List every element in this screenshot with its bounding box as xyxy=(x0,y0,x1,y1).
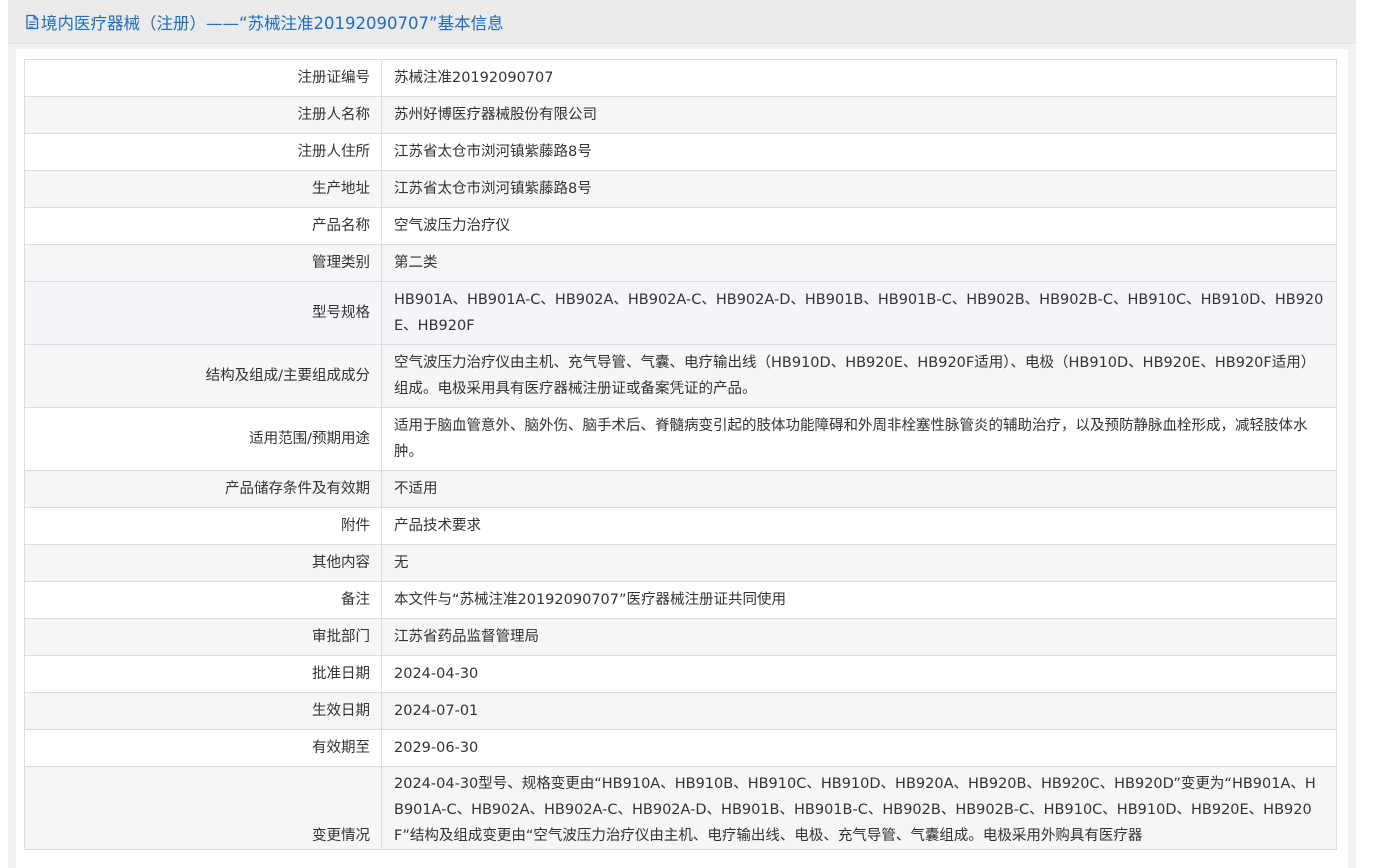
row-value: 江苏省药品监督管理局 xyxy=(381,618,1337,656)
row-label: 适用范围/预期用途 xyxy=(24,407,382,471)
row-label: 其他内容 xyxy=(24,544,382,582)
row-value: 苏州好博医疗器械股份有限公司 xyxy=(381,96,1337,134)
row-value: 2024-04-30型号、规格变更由“HB910A、HB910B、HB910C、… xyxy=(381,766,1337,850)
table-row: 变更情况 2024-04-30型号、规格变更由“HB910A、HB910B、HB… xyxy=(24,766,1337,850)
row-label: 注册人名称 xyxy=(24,96,382,134)
row-label: 型号规格 xyxy=(24,281,382,345)
row-value: 无 xyxy=(381,544,1337,582)
row-value: 适用于脑血管意外、脑外伤、脑手术后、脊髓病变引起的肢体功能障碍和外周非栓塞性脉管… xyxy=(381,407,1337,471)
info-table: 注册证编号 苏械注准20192090707 注册人名称 苏州好博医疗器械股份有限… xyxy=(24,59,1337,850)
document-icon xyxy=(26,14,39,29)
row-value: 不适用 xyxy=(381,470,1337,508)
info-card: 注册证编号 苏械注准20192090707 注册人名称 苏州好博医疗器械股份有限… xyxy=(16,49,1348,868)
row-label: 备注 xyxy=(24,581,382,619)
table-row: 审批部门 江苏省药品监督管理局 xyxy=(24,618,1337,656)
table-row: 注册人住所 江苏省太仓市浏河镇紫藤路8号 xyxy=(24,133,1337,171)
row-label: 审批部门 xyxy=(24,618,382,656)
table-row: 型号规格 HB901A、HB901A-C、HB902A、HB902A-C、HB9… xyxy=(24,281,1337,345)
row-label: 结构及组成/主要组成成分 xyxy=(24,344,382,408)
row-label: 附件 xyxy=(24,507,382,545)
table-row: 注册证编号 苏械注准20192090707 xyxy=(24,59,1337,97)
table-row: 有效期至 2029-06-30 xyxy=(24,729,1337,767)
table-row: 产品名称 空气波压力治疗仪 xyxy=(24,207,1337,245)
row-value: HB901A、HB901A-C、HB902A、HB902A-C、HB902A-D… xyxy=(381,281,1337,345)
table-row: 生产地址 江苏省太仓市浏河镇紫藤路8号 xyxy=(24,170,1337,208)
row-label: 生效日期 xyxy=(24,692,382,730)
row-label: 批准日期 xyxy=(24,655,382,693)
panel-header: 境内医疗器械（注册）——“苏械注准20192090707”基本信息 xyxy=(8,0,1356,44)
table-row: 附件 产品技术要求 xyxy=(24,507,1337,545)
table-row: 备注 本文件与“苏械注准20192090707”医疗器械注册证共同使用 xyxy=(24,581,1337,619)
page-title: 境内医疗器械（注册）——“苏械注准20192090707”基本信息 xyxy=(41,13,504,33)
table-row: 适用范围/预期用途 适用于脑血管意外、脑外伤、脑手术后、脊髓病变引起的肢体功能障… xyxy=(24,407,1337,471)
table-row: 产品储存条件及有效期 不适用 xyxy=(24,470,1337,508)
page: 境内医疗器械（注册）——“苏械注准20192090707”基本信息 注册证编号 … xyxy=(0,0,1388,868)
row-label: 产品名称 xyxy=(24,207,382,245)
row-label: 注册人住所 xyxy=(24,133,382,171)
table-row: 批准日期 2024-04-30 xyxy=(24,655,1337,693)
row-label: 生产地址 xyxy=(24,170,382,208)
row-label: 注册证编号 xyxy=(24,59,382,97)
row-label: 管理类别 xyxy=(24,244,382,282)
row-label: 产品储存条件及有效期 xyxy=(24,470,382,508)
row-value: 2024-07-01 xyxy=(381,692,1337,730)
row-value: 空气波压力治疗仪 xyxy=(381,207,1337,245)
row-value: 本文件与“苏械注准20192090707”医疗器械注册证共同使用 xyxy=(381,581,1337,619)
table-row: 管理类别 第二类 xyxy=(24,244,1337,282)
table-row: 结构及组成/主要组成成分 空气波压力治疗仪由主机、充气导管、气囊、电疗输出线（H… xyxy=(24,344,1337,408)
row-value: 江苏省太仓市浏河镇紫藤路8号 xyxy=(381,133,1337,171)
table-row: 注册人名称 苏州好博医疗器械股份有限公司 xyxy=(24,96,1337,134)
table-row: 其他内容 无 xyxy=(24,544,1337,582)
row-label: 变更情况 xyxy=(24,766,382,850)
table-row: 生效日期 2024-07-01 xyxy=(24,692,1337,730)
row-value: 江苏省太仓市浏河镇紫藤路8号 xyxy=(381,170,1337,208)
panel: 境内医疗器械（注册）——“苏械注准20192090707”基本信息 注册证编号 … xyxy=(8,0,1356,868)
row-value: 空气波压力治疗仪由主机、充气导管、气囊、电疗输出线（HB910D、HB920E、… xyxy=(381,344,1337,408)
row-value: 第二类 xyxy=(381,244,1337,282)
row-value: 产品技术要求 xyxy=(381,507,1337,545)
row-value: 2024-04-30 xyxy=(381,655,1337,693)
row-label: 有效期至 xyxy=(24,729,382,767)
row-value: 2029-06-30 xyxy=(381,729,1337,767)
row-value: 苏械注准20192090707 xyxy=(381,59,1337,97)
